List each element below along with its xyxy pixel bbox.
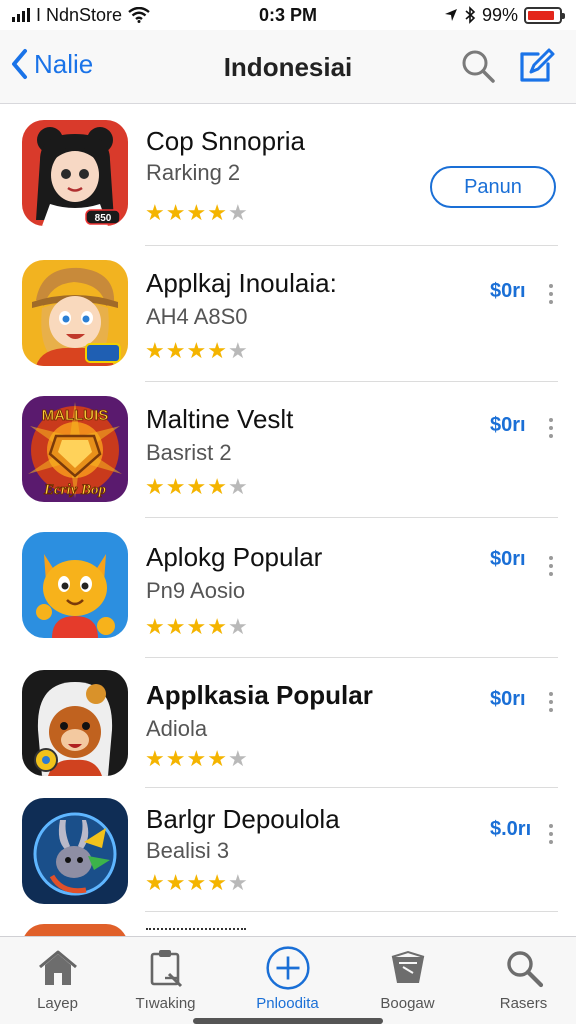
tab-label: Boogaw: [380, 995, 435, 1012]
battery-percent: 99%: [481, 4, 518, 25]
tab-label: Tıwaking: [135, 995, 196, 1012]
tab-label: Pnloodita: [256, 995, 319, 1012]
search-icon[interactable]: [460, 48, 496, 84]
location-arrow-icon: [444, 9, 457, 21]
list-item[interactable]: Aplokg Popular Pn9 Aosio ★ ★ ★ ★ ★ $0rı: [0, 518, 576, 658]
search-icon: [506, 951, 543, 988]
box-icon: [391, 950, 424, 983]
rating-stars: ★ ★ ★ ★ ★: [145, 614, 248, 639]
app-subtitle: Rarking 2: [146, 160, 241, 185]
icon-title-text: MALLUIS: [42, 407, 109, 424]
list-item[interactable]: Barlgr Depoulola Bealisi 3 ★ ★ ★ ★ ★ $.0rı: [0, 788, 576, 912]
plus-circle-icon: [265, 946, 310, 990]
get-button[interactable]: $0rı: [490, 548, 526, 571]
get-button[interactable]: $0rı: [490, 414, 526, 437]
icon-badge-text: 850: [95, 213, 112, 224]
list-item[interactable]: [0, 912, 576, 936]
more-options-icon[interactable]: [546, 692, 556, 712]
app-name: Barlgr Depoulola: [146, 804, 340, 834]
list-item[interactable]: MALLUIS Ecriy Bop Maltine Veslt Basrist …: [0, 382, 576, 518]
navigation-bar: Nalie Indonesiai: [0, 30, 576, 104]
bluetooth-icon: [465, 6, 476, 24]
tab-tracking[interactable]: Tıwaking: [108, 937, 223, 1017]
rating-stars: ★ ★ ★ ★ ★: [145, 474, 248, 499]
home-icon: [38, 950, 77, 985]
tab-home[interactable]: Layeр: [0, 937, 115, 1017]
list-item[interactable]: Applkaj Inoulaia: AH4 A8S0 ★ ★ ★ ★ ★ $0rı: [0, 246, 576, 382]
more-options-icon[interactable]: [546, 284, 556, 304]
status-left: I NdnStore: [12, 5, 150, 26]
app-name: Aplokg Popular: [146, 542, 323, 572]
compose-icon[interactable]: [516, 46, 556, 86]
icon-subtitle-text: Ecriy Bop: [43, 482, 107, 498]
rating-stars: ★ ★ ★ ★ ★: [145, 200, 248, 225]
get-button[interactable]: $0rı: [490, 688, 526, 711]
app-name: Maltine Veslt: [146, 404, 294, 434]
battery-icon: [524, 6, 565, 24]
app-list: 850 Cop Snnopria Rarking 2 ★ ★ ★ ★ ★ Panun: [0, 104, 576, 936]
tab-label: Layeр: [37, 995, 78, 1012]
app-name: Cop Snnopria: [146, 126, 305, 156]
status-right: 99%: [444, 4, 565, 26]
hooded-bear-app-icon: [22, 670, 128, 776]
list-item[interactable]: Applkasia Popular Adiola ★ ★ ★ ★ ★ $0rı: [0, 658, 576, 788]
rabbit-warrior-app-icon: [22, 798, 128, 904]
open-button[interactable]: Panun: [430, 166, 556, 208]
tab-label: Rasers: [499, 995, 548, 1012]
app-subtitle: AH4 A8S0: [146, 304, 248, 329]
app-subtitle: Adiola: [146, 716, 208, 741]
tab-bar: Layeр Tıwaking Pnloodita Boogaw Rasers: [0, 936, 576, 1024]
tab-search[interactable]: Rasers: [466, 937, 576, 1017]
signal-icon: [12, 8, 30, 22]
more-options-icon[interactable]: [546, 556, 556, 576]
cartoon-girl-app-icon: [22, 260, 128, 366]
rating-stars: ★ ★ ★ ★ ★: [145, 746, 248, 771]
rating-stars: ★ ★ ★ ★ ★: [145, 870, 248, 895]
list-item[interactable]: 850 Cop Snnopria Rarking 2 ★ ★ ★ ★ ★ Panun: [0, 104, 576, 246]
tab-category[interactable]: Boogaw: [350, 937, 465, 1017]
anime-girl-app-icon: 850: [22, 120, 128, 226]
app-subtitle: Pn9 Aosio: [146, 578, 246, 603]
app-name: Applkasia Popular: [146, 680, 373, 710]
app-name: Applkaj Inoulaia:: [146, 268, 337, 298]
back-button[interactable]: Nalie: [10, 48, 93, 80]
get-button[interactable]: $0rı: [490, 280, 526, 303]
cartoon-cat-app-icon: [22, 532, 128, 638]
app-subtitle: Bealisi 3: [146, 838, 230, 863]
more-options-icon[interactable]: [546, 824, 556, 844]
mallus-game-app-icon: MALLUIS Ecriy Bop: [22, 396, 128, 502]
back-label: Nalie: [34, 48, 94, 79]
app-subtitle: Basrist 2: [146, 440, 232, 465]
status-bar: I NdnStore 0:3 PM 99%: [0, 0, 576, 30]
chevron-left-icon: [12, 49, 27, 79]
clipboard-icon: [150, 950, 182, 988]
rating-stars: ★ ★ ★ ★ ★: [145, 338, 248, 363]
tab-popular[interactable]: Pnloodita: [230, 937, 345, 1017]
more-options-icon[interactable]: [546, 418, 556, 438]
get-button[interactable]: $.0rı: [490, 818, 531, 841]
wifi-icon: [128, 7, 150, 23]
app-icon: [22, 924, 128, 936]
home-indicator: [193, 1018, 383, 1024]
app-name-partial: [146, 928, 246, 934]
carrier-label: I NdnStore: [36, 4, 123, 25]
